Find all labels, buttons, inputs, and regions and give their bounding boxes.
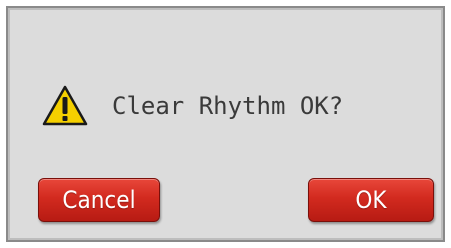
cancel-button[interactable]: Cancel [38,178,160,222]
ok-button[interactable]: OK [308,178,434,222]
warning-triangle-icon [42,85,88,126]
confirm-dialog: Clear Rhythm OK? Cancel OK [6,6,445,242]
dialog-message: Clear Rhythm OK? [112,92,344,120]
message-row: Clear Rhythm OK? [42,76,343,136]
